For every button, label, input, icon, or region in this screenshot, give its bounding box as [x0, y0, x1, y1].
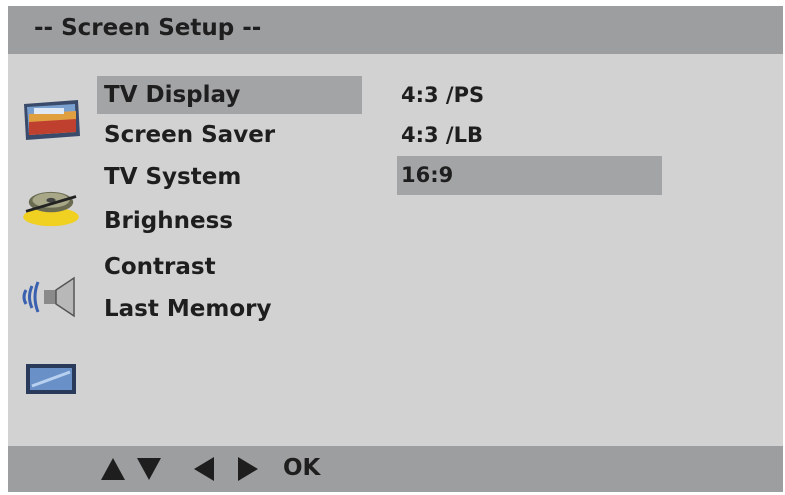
- speaker-icon[interactable]: [18, 272, 84, 322]
- option-4-3-ps[interactable]: 4:3 /PS: [397, 76, 484, 115]
- down-arrow-icon[interactable]: [136, 456, 162, 482]
- screen-title: -- Screen Setup --: [34, 15, 262, 41]
- screen-icon[interactable]: [18, 354, 84, 404]
- left-arrow-icon[interactable]: [192, 456, 218, 482]
- menu-item-last-memory[interactable]: Last Memory: [97, 290, 271, 328]
- title-bar: -- Screen Setup --: [8, 6, 783, 54]
- option-16-9[interactable]: 16:9: [397, 156, 662, 195]
- menu-item-screen-saver[interactable]: Screen Saver: [97, 116, 275, 154]
- navigation-bar: OK: [8, 446, 783, 492]
- disc-icon[interactable]: [18, 178, 84, 228]
- menu-item-brighness[interactable]: Brighness: [97, 202, 233, 240]
- menu-item-tv-system[interactable]: TV System: [97, 158, 241, 196]
- ok-button[interactable]: OK: [283, 455, 320, 481]
- monitor-picture-icon[interactable]: [18, 96, 84, 146]
- right-arrow-icon[interactable]: [234, 456, 260, 482]
- menu-item-tv-display[interactable]: TV Display: [97, 76, 362, 114]
- category-icons: [8, 66, 96, 406]
- menu-item-contrast[interactable]: Contrast: [97, 248, 216, 286]
- option-4-3-lb[interactable]: 4:3 /LB: [397, 116, 483, 155]
- up-arrow-icon[interactable]: [100, 456, 126, 482]
- osd-window: -- Screen Setup -- TV Display Screen Sav…: [8, 6, 783, 492]
